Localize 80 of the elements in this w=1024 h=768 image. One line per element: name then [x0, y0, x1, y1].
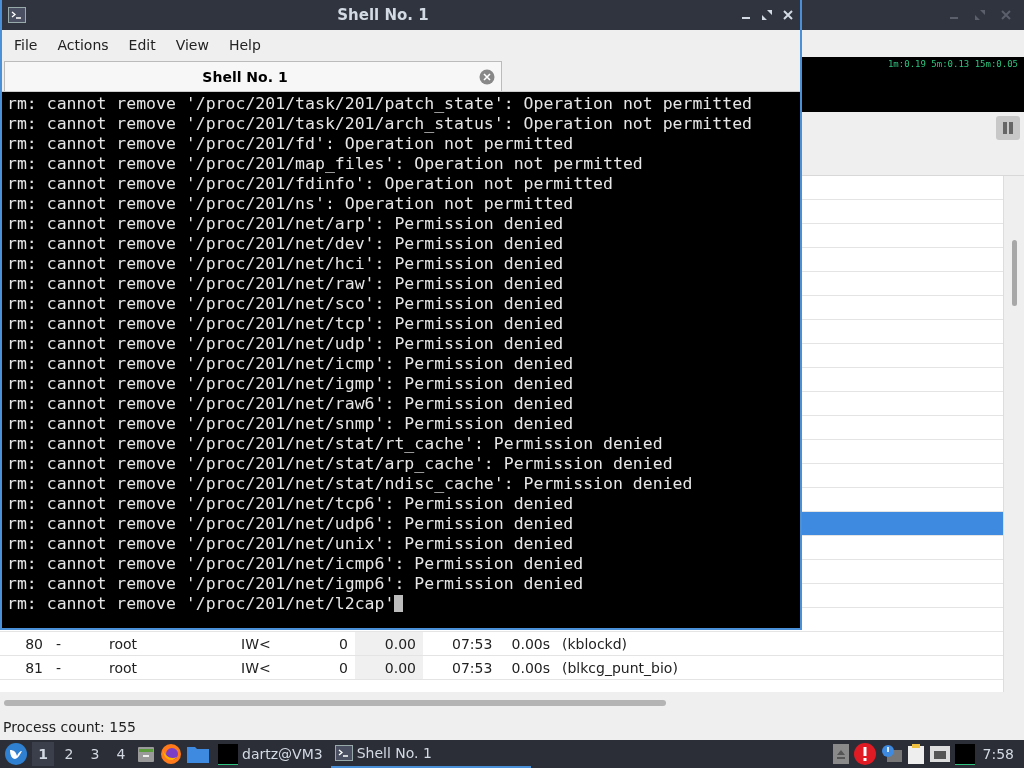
- notification-icon[interactable]: [880, 744, 903, 764]
- pause-icon: [1001, 121, 1015, 135]
- terminal-line: rm: cannot remove '/proc/201/net/unix': Permission denied: [7, 534, 574, 553]
- workspace-button[interactable]: 2: [58, 742, 80, 766]
- eject-icon[interactable]: [832, 744, 849, 764]
- close-tab-icon[interactable]: [479, 68, 495, 85]
- terminal-line: rm: cannot remove '/proc/201/map_files': Operation not permitted: [7, 154, 643, 173]
- terminal-line: rm: cannot remove '/proc/201/net/snmp': Permission denied: [7, 414, 574, 433]
- clock[interactable]: 7:58: [978, 746, 1020, 762]
- table-cell-text: (blkcg_punt_bio): [561, 659, 679, 676]
- terminal-line: rm: cannot remove '/proc/201/net/arp': Permission denied: [7, 214, 564, 233]
- terminal-tab[interactable]: Shell No. 1: [4, 61, 502, 91]
- table-cell-text: 0: [338, 635, 349, 652]
- table-cell-text: root: [108, 635, 139, 652]
- terminal-line: rm: cannot remove '/proc/201/net/raw6': Permission denied: [7, 394, 574, 413]
- process-count: Process count: 155: [3, 719, 136, 735]
- clipboard-icon[interactable]: [906, 743, 925, 765]
- terminal-line: rm: cannot remove '/proc/201/net/udp6': Permission denied: [7, 514, 574, 533]
- load-average: 1m:0.19 5m:0.13 15m:0.05: [887, 59, 1018, 70]
- table-cell-text: IW<: [240, 635, 272, 652]
- table-row[interactable]: 81 - root IW< 0 0.00 07:53 0.00s (blkcg_punt_bio): [0, 656, 1003, 680]
- menu-item[interactable]: Help: [218, 32, 271, 57]
- table-cell: 0.00: [355, 632, 423, 655]
- terminal-line: rm: cannot remove '/proc/201/net/sco': Permission denied: [7, 294, 564, 313]
- terminal-line: rm: cannot remove '/proc/201/net/igmp6': Permission denied: [7, 574, 584, 593]
- scrollbar-thumb[interactable]: [1012, 240, 1017, 306]
- terminal-line: rm: cannot remove '/proc/201/net/icmp': Permission denied: [7, 354, 574, 373]
- table-cell-text: -: [55, 635, 63, 652]
- folder-icon[interactable]: [186, 744, 210, 764]
- table-row[interactable]: 80 - root IW< 0 0.00 07:53 0.00s (kblockd): [0, 632, 1003, 656]
- terminal-line: rm: cannot remove '/proc/201/net/dev': Permission denied: [7, 234, 564, 253]
- table-cell-text: 81: [24, 659, 44, 676]
- browser-icon[interactable]: [160, 743, 182, 765]
- terminal-line: rm: cannot remove '/proc/201/net/stat/arp_cache': Permission denied: [7, 454, 673, 473]
- table-cell-text: 0: [338, 659, 349, 676]
- terminal-line: rm: cannot remove '/proc/201/net/stat/ndisc_cache': Permission denied: [7, 474, 693, 493]
- alert-icon[interactable]: [852, 742, 877, 766]
- workspace-button[interactable]: 1: [32, 742, 54, 766]
- window-title: Shell No. 1: [336, 6, 430, 24]
- terminal-line: rm: cannot remove '/proc/201/net/hci': Permission denied: [7, 254, 564, 273]
- table-cell-text: (kblockd): [561, 635, 629, 652]
- workspace-button[interactable]: 4: [110, 742, 132, 766]
- table-cell-text: 80: [24, 635, 44, 652]
- start-menu-icon[interactable]: [4, 742, 28, 766]
- terminal-line: rm: cannot remove '/proc/201/fdinfo': Operation not permitted: [7, 174, 613, 193]
- terminal-line: rm: cannot remove '/proc/201/net/tcp': Permission denied: [7, 314, 564, 333]
- table-cell-text: IW<: [240, 659, 272, 676]
- network-icon[interactable]: [928, 744, 951, 764]
- terminal-line: rm: cannot remove '/proc/201/net/tcp6': Permission denied: [7, 494, 574, 513]
- terminal-line: rm: cannot remove '/proc/201/fd': Operation not permitted: [7, 134, 574, 153]
- terminal-line: rm: cannot remove '/proc/201/net/raw': Permission denied: [7, 274, 564, 293]
- pause-button[interactable]: [996, 116, 1020, 140]
- terminal-line: rm: cannot remove '/proc/201/task/201/arch_status': Operation not permitted: [7, 114, 753, 133]
- menu-item[interactable]: View: [165, 32, 219, 57]
- menu-item[interactable]: Edit: [118, 32, 166, 57]
- table-cell-text: 0.00s: [510, 659, 551, 676]
- terminal-line: rm: cannot remove '/proc/201/task/201/patch_state': Operation not permitted: [7, 94, 753, 113]
- terminal-icon: [334, 745, 353, 761]
- table-cell: 0.00: [355, 656, 423, 679]
- taskbar-task[interactable]: Shell No. 1: [330, 740, 531, 768]
- menu-item[interactable]: Actions: [47, 32, 119, 57]
- table-cell-text: root: [108, 659, 139, 676]
- file-manager-icon[interactable]: [136, 744, 156, 764]
- workspace-button[interactable]: 3: [84, 742, 106, 766]
- menu-item[interactable]: File: [4, 32, 48, 57]
- table-cell-text: 07:53: [451, 635, 494, 652]
- terminal-line: rm: cannot remove '/proc/201/net/igmp': Permission denied: [7, 374, 574, 393]
- terminal-line: rm: cannot remove '/proc/201/net/udp': Permission denied: [7, 334, 564, 353]
- terminal-line: rm: cannot remove '/proc/201/net/icmp6': Permission denied: [7, 554, 584, 573]
- table-cell-text: 0.00s: [510, 635, 551, 652]
- terminal-line: rm: cannot remove '/proc/201/net/l2cap': [7, 594, 395, 613]
- taskbar-task[interactable]: dartz@VM3: [214, 740, 327, 768]
- terminal-line: rm: cannot remove '/proc/201/ns': Operation not permitted: [7, 194, 574, 213]
- maximize-icon[interactable]: [761, 9, 773, 21]
- table-cell-text: -: [55, 659, 63, 676]
- scrollbar-thumb[interactable]: [4, 700, 666, 706]
- terminal-line: rm: cannot remove '/proc/201/net/stat/rt_cache': Permission denied: [7, 434, 663, 453]
- table-cell-text: 07:53: [451, 659, 494, 676]
- terminal-icon: [8, 7, 26, 23]
- cpu-monitor-icon[interactable]: [954, 743, 975, 765]
